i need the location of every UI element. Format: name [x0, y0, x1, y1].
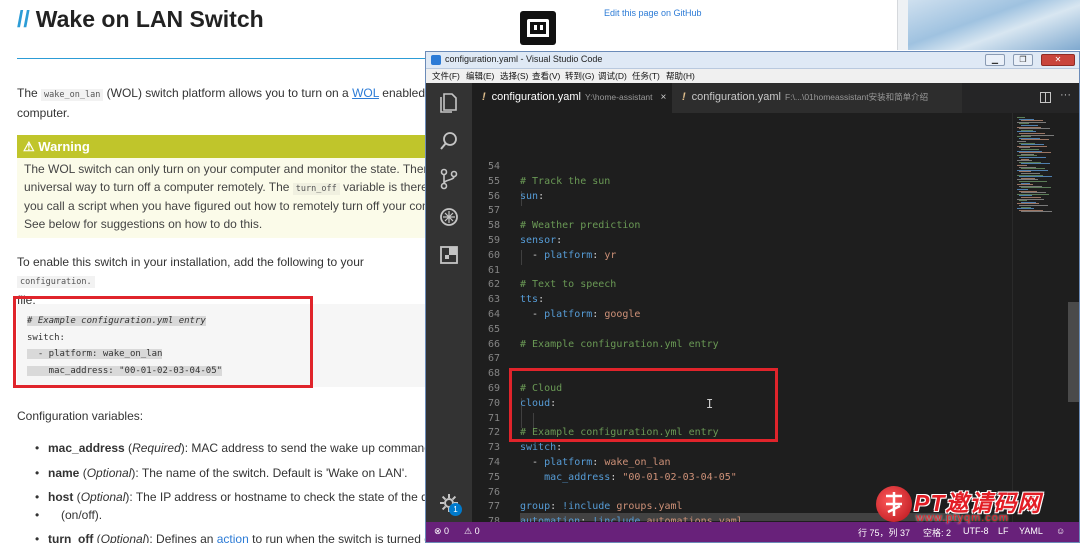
- code-line: sun:: [520, 190, 545, 202]
- action-link[interactable]: action: [217, 532, 249, 543]
- close-button[interactable]: ✕: [1041, 54, 1075, 66]
- vertical-scrollbar[interactable]: [1068, 302, 1079, 402]
- code-line: # Track the sun: [520, 175, 611, 187]
- highlight-box-left: [13, 296, 313, 388]
- tab-close-icon[interactable]: ×: [661, 92, 667, 103]
- line-number: 73: [487, 442, 500, 454]
- list-item-continuation: (on/off).: [35, 508, 435, 522]
- explorer-icon[interactable]: [437, 91, 461, 115]
- line-number: 64: [487, 309, 500, 320]
- problems-warnings[interactable]: ⚠ 0: [464, 526, 480, 537]
- more-actions-icon[interactable]: ···: [1060, 89, 1071, 101]
- line-number: 77: [487, 501, 500, 513]
- line-number: 57: [487, 205, 500, 217]
- code-line: - platform: yr: [532, 249, 617, 261]
- line-number: 55: [487, 175, 500, 187]
- highlight-box-right: [509, 368, 778, 442]
- warning-icon: ⚠: [23, 139, 39, 154]
- tab-configuration-yaml-active[interactable]: ! configuration.yaml Y:\home-assistant ×: [472, 83, 672, 113]
- vscode-icon: [431, 55, 441, 65]
- menu-debug[interactable]: 调试(D): [598, 70, 627, 82]
- line-number: 65: [487, 323, 500, 335]
- line-number: 59: [487, 235, 500, 246]
- debug-icon[interactable]: [437, 205, 461, 229]
- activity-bar: [426, 83, 472, 522]
- minimap-line: [1021, 211, 1052, 213]
- extensions-icon[interactable]: [437, 243, 461, 267]
- code-line: sensor:: [520, 235, 563, 246]
- line-number: 63: [487, 294, 500, 306]
- list-item: turn_off (Optional): Defines an action t…: [35, 532, 435, 543]
- menu-view[interactable]: 查看(V): [532, 70, 560, 82]
- config-vars-heading: Configuration variables:: [17, 409, 144, 423]
- line-number: 75: [487, 471, 500, 483]
- warning-callout: ⚠ Warning The WOL switch can only turn o…: [17, 135, 427, 238]
- code-line: tts:: [520, 294, 545, 306]
- code-line: - platform: wake_on_lan: [532, 457, 671, 468]
- code-line: # Example configuration.yml entry: [520, 338, 719, 350]
- tab-configuration-yaml[interactable]: ! configuration.yaml F:\...\01homeassistan…: [672, 83, 962, 113]
- line-number: 69: [487, 383, 500, 394]
- menu-selection[interactable]: 选择(S): [500, 70, 528, 82]
- line-number: 61: [487, 264, 500, 276]
- edit-on-github-link[interactable]: Edit this page on GitHub: [604, 8, 702, 18]
- line-number: 68: [487, 368, 500, 380]
- line-number: 67: [487, 353, 500, 365]
- code-line: group: !include groups.yaml: [520, 501, 683, 513]
- wol-link[interactable]: WOL: [352, 86, 379, 100]
- menu-bar: 文件(F) 编辑(E) 选择(S) 查看(V) 转到(G) 调试(D) 任务(T…: [426, 69, 1079, 83]
- yaml-file-icon: !: [682, 91, 686, 103]
- line-number: 66: [487, 338, 500, 350]
- watermark-logo-icon: [876, 486, 912, 522]
- problems-errors[interactable]: ⊗ 0: [434, 526, 449, 537]
- inline-code: wake_on_lan: [41, 89, 104, 101]
- menu-help[interactable]: 帮助(H): [666, 70, 695, 82]
- intro-paragraph: The wake_on_lan (WOL) switch platform al…: [17, 86, 426, 120]
- code-line: - platform: google: [532, 309, 641, 320]
- page-title: //Wake on LAN Switch: [17, 6, 264, 32]
- code-line: # Weather prediction: [520, 220, 641, 232]
- code-editor[interactable]: I 54 55 # Track the sun 56 sun: 57 58 # Weather…: [472, 113, 1012, 522]
- line-number: 74: [487, 457, 500, 468]
- background-image: [908, 0, 1080, 50]
- menu-edit[interactable]: 编辑(E): [466, 70, 494, 82]
- line-number: 62: [487, 279, 500, 291]
- split-editor-icon[interactable]: [1040, 92, 1051, 103]
- code-line: # Text to speech: [520, 279, 617, 291]
- line-number: 71: [487, 412, 500, 424]
- line-number: 60: [487, 249, 500, 261]
- yaml-file-icon: !: [482, 91, 486, 103]
- line-number: 54: [487, 161, 500, 172]
- minimize-button[interactable]: ▁: [985, 54, 1005, 66]
- vscode-window: configuration.yaml - Visual Studio Code …: [425, 51, 1080, 543]
- line-number: 70: [487, 397, 500, 409]
- line-number: 72: [487, 427, 500, 439]
- list-item: name (Optional): The name of the switch.…: [35, 466, 435, 480]
- home-assistant-logo-icon: [520, 11, 556, 45]
- maximize-button[interactable]: ❐: [1013, 54, 1033, 66]
- notification-badge: 1: [449, 503, 462, 516]
- line-number: 76: [487, 486, 500, 498]
- list-item: mac_address (Required): MAC address to s…: [35, 441, 435, 455]
- watermark-url: www.ptyqm.com: [916, 512, 1010, 524]
- window-titlebar[interactable]: configuration.yaml - Visual Studio Code …: [426, 52, 1079, 69]
- window-title: configuration.yaml - Visual Studio Code: [445, 54, 603, 64]
- code-line: mac_address: "00-01-02-03-04-05": [544, 471, 737, 483]
- code-line: switch:: [520, 442, 563, 454]
- editor-tabs: ! configuration.yaml Y:\home-assistant × ! c…: [472, 83, 1079, 113]
- menu-tasks[interactable]: 任务(T): [632, 70, 660, 82]
- background-scrollbar: [897, 0, 908, 50]
- source-control-icon[interactable]: [437, 167, 461, 191]
- menu-file[interactable]: 文件(F): [432, 70, 460, 82]
- warning-heading: ⚠ Warning: [17, 135, 427, 158]
- line-number: 56: [487, 190, 500, 202]
- search-icon[interactable]: [437, 129, 461, 153]
- warning-body: The WOL switch can only turn on your com…: [24, 162, 427, 231]
- list-item: host (Optional): The IP address or hostn…: [35, 490, 435, 504]
- title-divider: [17, 58, 425, 59]
- line-number: 58: [487, 220, 500, 232]
- menu-goto[interactable]: 转到(G): [565, 70, 594, 82]
- watermark: PT邀请码网 www.ptyqm.com: [876, 482, 1076, 540]
